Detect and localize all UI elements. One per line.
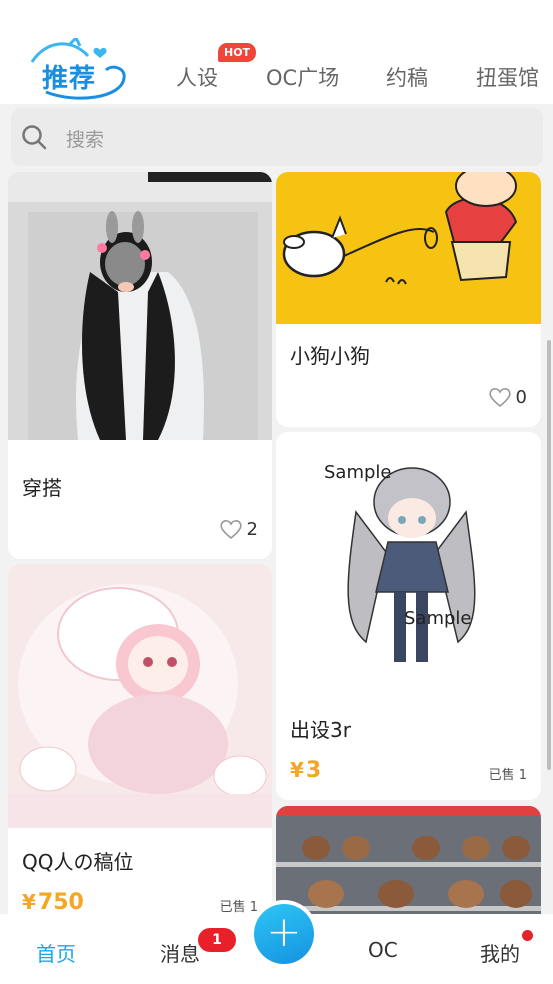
post-card-character-design[interactable]: Sample Sample 出设3r ¥3 已售 1 (276, 432, 541, 800)
price-label: ¥3 (290, 758, 322, 783)
puppy-cartoon-image (276, 172, 541, 324)
pink-anime-illustration (8, 564, 272, 828)
sold-count: 已售 1 (488, 768, 527, 783)
search-placeholder: 搜索 (66, 129, 105, 151)
like-button[interactable]: 2 (219, 518, 258, 540)
card-title: 小狗小狗 (290, 344, 370, 368)
search-icon (22, 125, 47, 150)
tab-recommend[interactable]: 推荐 (26, 38, 130, 102)
message-count-badge: 1 (198, 928, 236, 952)
price-label: ¥750 (22, 890, 84, 915)
search-bar[interactable]: 搜索 (11, 108, 543, 166)
like-count: 0 (515, 386, 527, 408)
notification-dot (522, 930, 533, 941)
sold-count: 已售 1 (219, 900, 258, 915)
outfit-photo (8, 172, 272, 440)
heart-icon (219, 520, 242, 540)
card-title: QQ人の稿位 (22, 850, 134, 874)
svg-text:Sample: Sample (404, 608, 472, 629)
card-title: 穿搭 (22, 476, 62, 500)
nav-oc[interactable]: OC (368, 938, 398, 962)
nav-messages[interactable]: 消息 (160, 938, 200, 967)
nav-home[interactable]: 首页 (36, 938, 76, 967)
chibi-character-image: Sample Sample (276, 432, 541, 696)
scrollbar[interactable] (547, 340, 551, 770)
add-post-button[interactable]: + (250, 900, 318, 968)
svg-text:Sample: Sample (324, 462, 392, 483)
tab-oc-square[interactable]: OC广场 (266, 62, 339, 92)
plus-icon: + (254, 904, 314, 964)
hot-badge: HOT (218, 43, 257, 62)
card-title: 出设3r (290, 718, 351, 742)
tab-gacha[interactable]: 扭蛋馆 (476, 62, 539, 92)
like-button[interactable]: 0 (488, 386, 527, 408)
heart-icon (488, 388, 511, 408)
tab-character[interactable]: 人设 (176, 62, 218, 92)
post-card-outfit[interactable]: 穿搭 2 (8, 172, 272, 559)
top-header: 推荐 人设 HOT OC广场 约稿 扭蛋馆 (0, 0, 553, 104)
post-card-commission-slot[interactable]: QQ人の稿位 ¥750 已售 1 (8, 564, 272, 924)
post-card-puppy[interactable]: 小狗小狗 0 (276, 172, 541, 427)
like-count: 2 (246, 518, 258, 540)
nav-me[interactable]: 我的 (480, 938, 520, 967)
logo-text: 推荐 (42, 64, 97, 94)
tab-commission[interactable]: 约稿 (386, 62, 428, 92)
